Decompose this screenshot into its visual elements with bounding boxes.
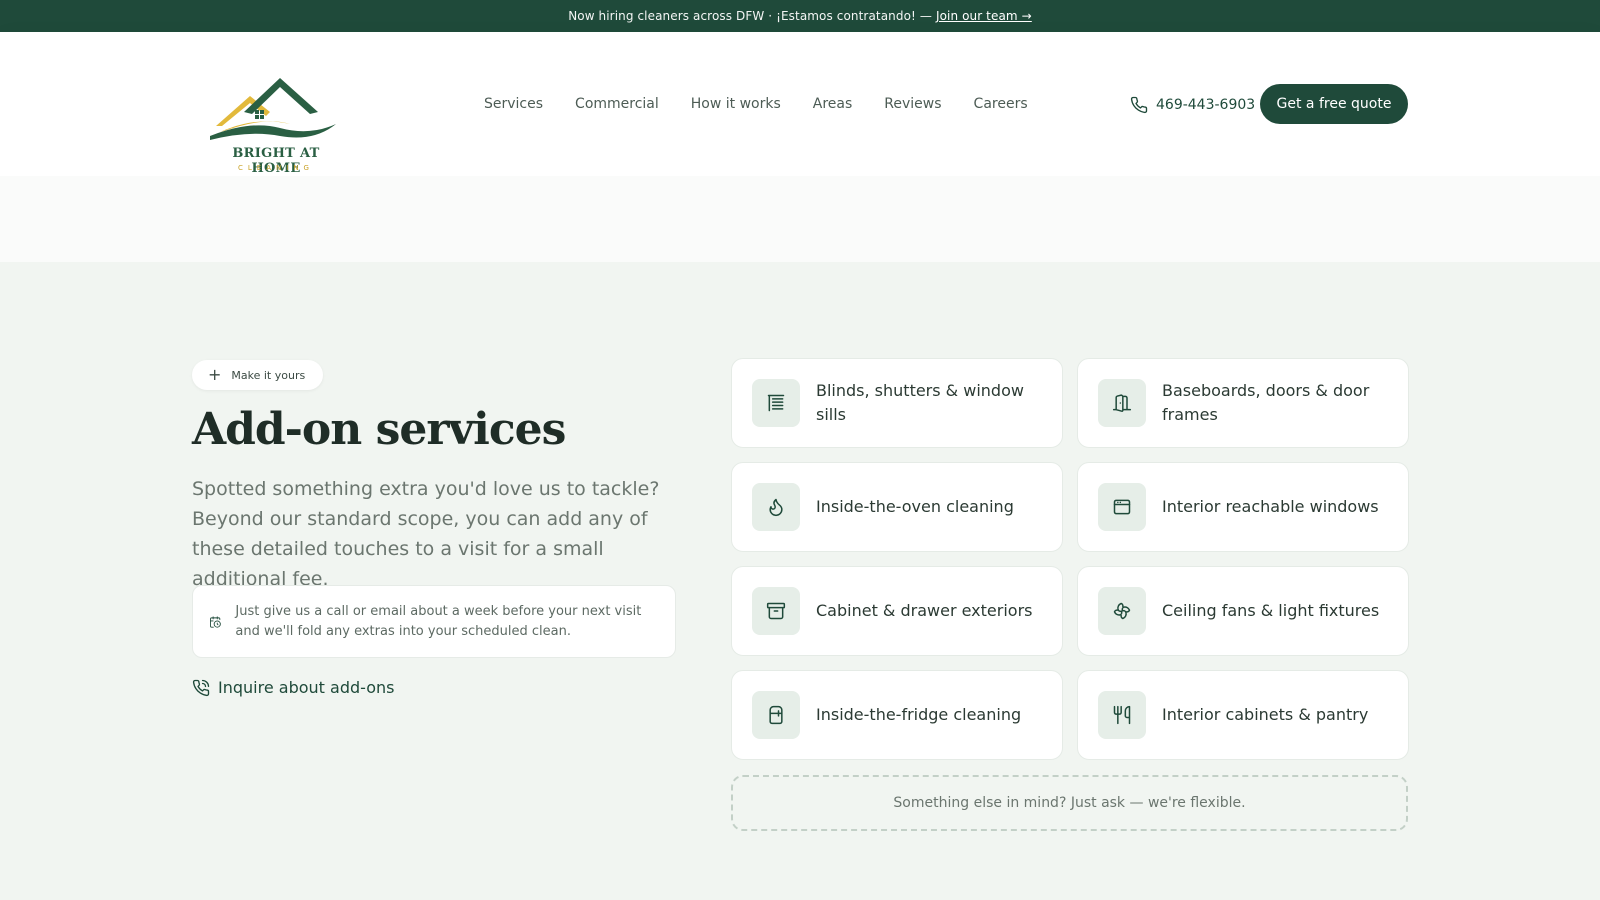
addon-label: Inside-the-oven cleaning bbox=[816, 497, 1014, 516]
fridge-icon bbox=[769, 705, 783, 725]
flexible-note: Something else in mind? Just ask — we're… bbox=[731, 775, 1408, 831]
site-header: BRIGHT AT HOME CLEANING Services Commerc… bbox=[0, 32, 1600, 176]
phone-link[interactable]: 469-443-6903 bbox=[1130, 96, 1255, 114]
inquire-label: Inquire about add-ons bbox=[218, 678, 395, 697]
nav-item-commercial[interactable]: Commercial bbox=[575, 96, 659, 112]
addon-card-fans[interactable]: Ceiling fans & light fixtures bbox=[1077, 566, 1409, 656]
nav-item-services[interactable]: Services bbox=[484, 96, 543, 112]
section-title: Add-on services bbox=[192, 404, 566, 455]
fan-icon bbox=[1113, 602, 1131, 620]
addon-label: Inside-the-fridge cleaning bbox=[816, 705, 1022, 724]
addon-label: Ceiling fans & light fixtures bbox=[1162, 601, 1380, 620]
eyebrow-badge: + Make it yours bbox=[192, 360, 324, 390]
phone-call-icon bbox=[192, 679, 210, 696]
door-icon bbox=[1112, 394, 1132, 412]
utensils-icon bbox=[1113, 705, 1131, 725]
window-icon bbox=[1113, 499, 1131, 515]
nav-item-reviews[interactable]: Reviews bbox=[884, 96, 941, 112]
eyebrow-text: Make it yours bbox=[231, 368, 306, 382]
scheduling-note: Just give us a call or email about a wee… bbox=[192, 585, 676, 658]
header-shadow-band bbox=[0, 176, 1600, 262]
section-lead: Spotted something extra you'd love us to… bbox=[192, 478, 660, 590]
announcement-text: Now hiring cleaners across DFW · ¡Estamo… bbox=[568, 9, 932, 23]
nav-item-careers[interactable]: Careers bbox=[974, 96, 1028, 112]
addon-label: Blinds, shutters & window sills bbox=[816, 381, 1024, 424]
addon-card-baseboards[interactable]: Baseboards, doors & door frames bbox=[1077, 358, 1409, 448]
phone-icon bbox=[1130, 96, 1148, 114]
addon-label: Baseboards, doors & door frames bbox=[1162, 381, 1370, 424]
addon-card-pantry[interactable]: Interior cabinets & pantry bbox=[1077, 670, 1409, 760]
inquire-addons-link[interactable]: Inquire about add-ons bbox=[192, 678, 394, 697]
archive-icon bbox=[766, 602, 786, 620]
plus-icon: + bbox=[208, 365, 222, 384]
addon-label: Cabinet & drawer exteriors bbox=[816, 601, 1033, 620]
flame-icon bbox=[769, 498, 783, 517]
brand-logo[interactable]: BRIGHT AT HOME CLEANING bbox=[210, 62, 342, 176]
addon-label: Interior reachable windows bbox=[1162, 497, 1379, 516]
nav-item-areas[interactable]: Areas bbox=[813, 96, 853, 112]
brand-tagline: CLEANING bbox=[238, 164, 314, 172]
addon-card-blinds[interactable]: Blinds, shutters & window sills bbox=[731, 358, 1063, 448]
addon-label: Interior cabinets & pantry bbox=[1162, 705, 1369, 724]
calendar-clock-icon bbox=[210, 615, 221, 628]
announcement-bar: Now hiring cleaners across DFW · ¡Estamo… bbox=[0, 0, 1600, 32]
addon-card-oven[interactable]: Inside-the-oven cleaning bbox=[731, 462, 1063, 552]
note-text: Just give us a call or email about a wee… bbox=[235, 603, 642, 639]
main-nav: Services Commercial How it works Areas R… bbox=[484, 96, 1028, 112]
addon-card-cabinet-exteriors[interactable]: Cabinet & drawer exteriors bbox=[731, 566, 1063, 656]
addon-card-fridge[interactable]: Inside-the-fridge cleaning bbox=[731, 670, 1063, 760]
house-logo-icon bbox=[210, 78, 336, 140]
free-quote-button[interactable]: Get a free quote bbox=[1260, 84, 1408, 124]
nav-item-how-it-works[interactable]: How it works bbox=[691, 96, 781, 112]
phone-number: 469-443-6903 bbox=[1156, 97, 1256, 113]
join-team-link[interactable]: Join our team → bbox=[936, 9, 1032, 23]
blinds-icon bbox=[767, 394, 785, 412]
addon-card-windows[interactable]: Interior reachable windows bbox=[1077, 462, 1409, 552]
